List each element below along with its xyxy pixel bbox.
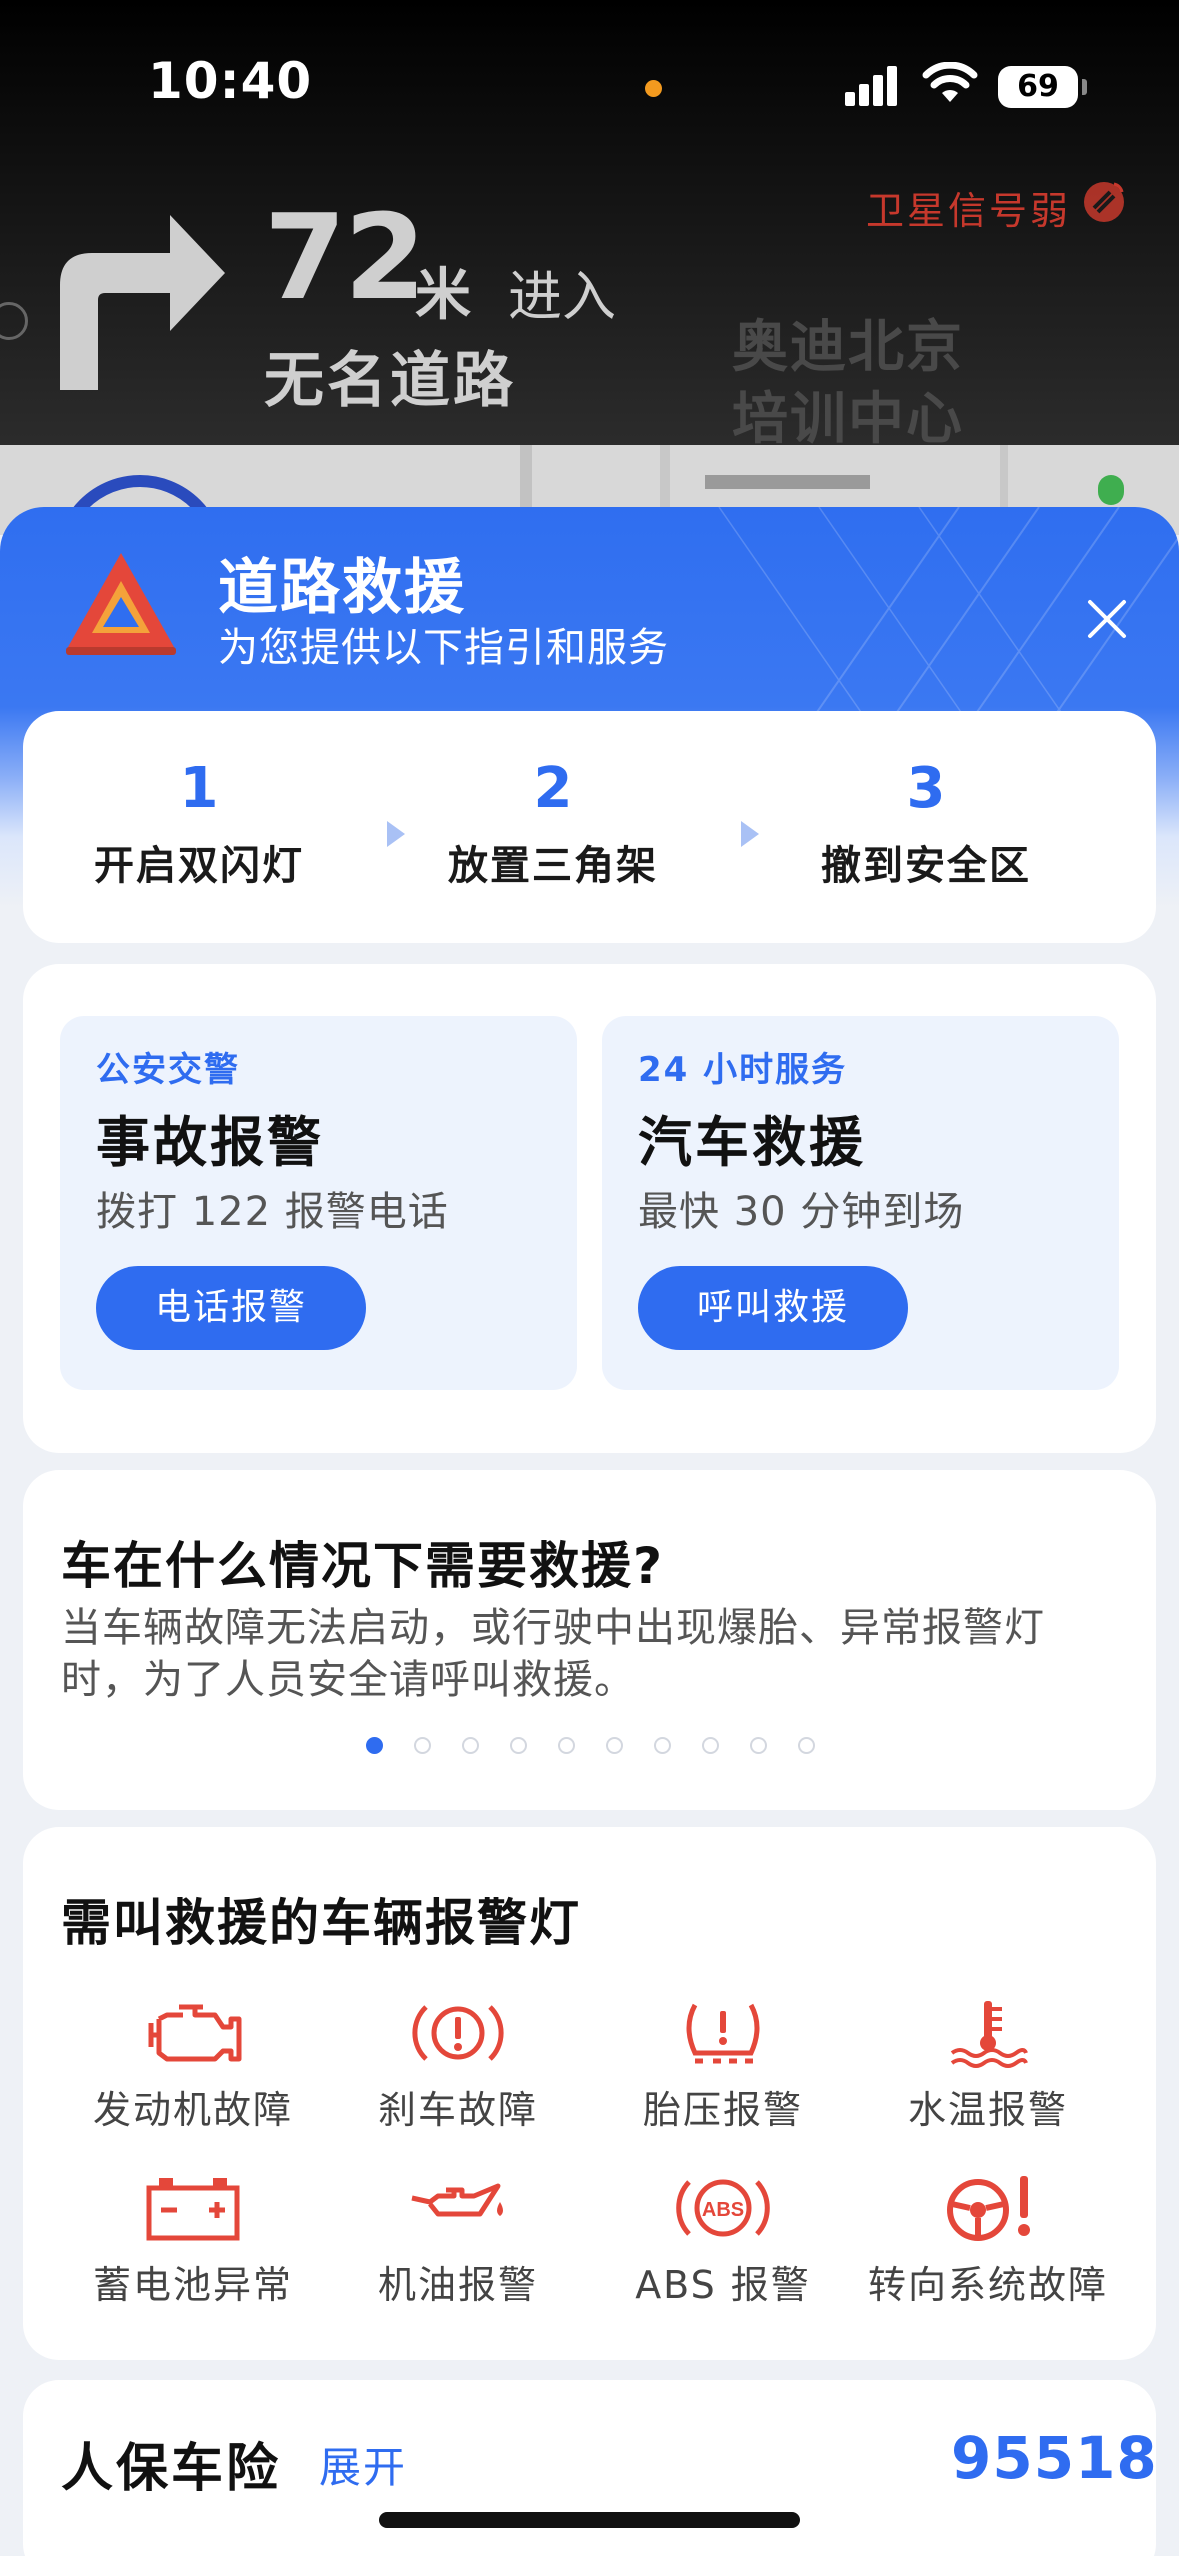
road-rescue-sheet: 道路救援 为您提供以下指引和服务 1 开启双闪灯 2 放置三角架 3 撤到安全区… [0, 507, 1179, 2556]
info-title: 车在什么情况下需要救援? [61, 1537, 665, 1595]
oil-pressure-icon [411, 2183, 503, 2217]
carousel-dot[interactable] [654, 1737, 671, 1754]
traffic-light-marker [1098, 475, 1124, 505]
warning-light-steering[interactable]: 转向系统故障 [848, 2172, 1128, 2309]
svg-text:ABS: ABS [702, 2199, 744, 2221]
step-label: 撤到安全区 [821, 843, 1031, 889]
warning-lights-title: 需叫救援的车辆报警灯 [61, 1894, 581, 1952]
map-building [705, 475, 870, 489]
engine-warning-icon [148, 2004, 242, 2062]
carousel-dot[interactable] [366, 1737, 383, 1754]
service-tag: 24 小时服务 [638, 1050, 848, 1090]
accident-report-service: 公安交警 事故报警 拨打 122 报警电话 电话报警 [60, 1016, 577, 1390]
brake-warning-icon [412, 2005, 504, 2061]
warning-light-brake[interactable]: 刹车故障 [318, 1997, 598, 2134]
chevron-right-icon [741, 821, 759, 847]
navigation-guidance-panel: 10:40 69 卫星信号弱 72 米 进入 无名道路 奥迪北京培训中心 [0, 0, 1179, 452]
safety-steps-card: 1 开启双闪灯 2 放置三角架 3 撤到安全区 [23, 711, 1156, 943]
sheet-subtitle: 为您提供以下指引和服务 [218, 625, 669, 671]
sheet-title: 道路救援 [218, 553, 466, 623]
service-description: 拨打 122 报警电话 [96, 1189, 449, 1235]
screen: 10:40 69 卫星信号弱 72 米 进入 无名道路 奥迪北京培训中心 道路救… [0, 0, 1179, 2556]
call-police-button[interactable]: 电话报警 [96, 1266, 366, 1350]
step-number: 2 [533, 756, 573, 821]
carousel-dot[interactable] [798, 1737, 815, 1754]
maneuver-action: 进入 [508, 265, 616, 328]
step-triangle: 2 放置三角架 [423, 757, 683, 891]
carousel-dot[interactable] [510, 1737, 527, 1754]
step-safe-area: 3 撤到安全区 [796, 757, 1056, 891]
warning-light-label: 发动机故障 [92, 2088, 293, 2132]
warning-light-label: ABS 报警 [635, 2263, 811, 2307]
distance-unit: 米 [415, 263, 471, 328]
step-hazard-lights: 1 开启双闪灯 [69, 757, 329, 891]
coolant-temperature-icon [950, 2001, 1028, 2068]
abs-warning-icon: ABS [676, 2179, 770, 2237]
insurance-card: 人保车险 展开 95518 [23, 2380, 1158, 2556]
road-name: 无名道路 [264, 346, 516, 416]
service-description: 最快 30 分钟到场 [638, 1189, 965, 1235]
warning-light-coolant[interactable]: 水温报警 [848, 1997, 1128, 2134]
battery-warning-icon [146, 2178, 240, 2241]
rescue-info-carousel[interactable]: 车在什么情况下需要救援? 当车辆故障无法启动，或行驶中出现爆胎、异常报警灯时，为… [23, 1470, 1156, 1810]
status-time: 10:40 [148, 52, 313, 110]
compass-icon [0, 302, 28, 340]
home-indicator[interactable] [379, 2512, 800, 2528]
warning-light-battery[interactable]: 蓄电池异常 [53, 2172, 333, 2309]
warning-light-label: 胎压报警 [642, 2088, 803, 2132]
info-text: 当车辆故障无法启动，或行驶中出现爆胎、异常报警灯时，为了人员安全请呼叫救援。 [61, 1605, 1045, 1703]
carousel-dot[interactable] [558, 1737, 575, 1754]
map-poi-label: 奥迪北京培训中心 [732, 315, 964, 452]
warning-light-tire-pressure[interactable]: 胎压报警 [583, 1997, 863, 2134]
warning-light-oil[interactable]: 机油报警 [318, 2172, 598, 2309]
warning-light-abs[interactable]: ABS ABS 报警 [583, 2172, 863, 2309]
wifi-icon [922, 62, 978, 102]
service-title: 事故报警 [96, 1111, 324, 1174]
gps-status-text: 卫星信号弱 [866, 189, 1072, 233]
warning-light-label: 蓄电池异常 [92, 2263, 293, 2307]
carousel-dot[interactable] [606, 1737, 623, 1754]
warning-light-label: 水温报警 [907, 2088, 1068, 2132]
carousel-dot[interactable] [750, 1737, 767, 1754]
warning-lights-card: 需叫救援的车辆报警灯 发动机故障 刹车故障 胎压报警 水温报警 蓄电池异常 机油… [23, 1827, 1156, 2360]
carousel-dot[interactable] [414, 1737, 431, 1754]
rescue-services-card: 公安交警 事故报警 拨打 122 报警电话 电话报警 24 小时服务 汽车救援 … [23, 964, 1156, 1453]
satellite-icon [1084, 182, 1124, 222]
step-label: 放置三角架 [448, 843, 658, 889]
warning-light-label: 机油报警 [377, 2263, 538, 2307]
battery-cap [1082, 79, 1087, 95]
distance-value: 72 [264, 188, 426, 326]
tire-pressure-icon [686, 2003, 760, 2064]
carousel-dot[interactable] [462, 1737, 479, 1754]
right-turn-arrow-icon [60, 215, 225, 390]
cellular-signal-icon [845, 66, 897, 106]
insurance-phone[interactable]: 95518 [951, 2424, 1158, 2492]
call-rescue-button[interactable]: 呼叫救援 [638, 1266, 908, 1350]
warning-light-engine[interactable]: 发动机故障 [53, 1997, 333, 2134]
battery-level: 69 [998, 66, 1078, 108]
step-label: 开启双闪灯 [94, 843, 304, 889]
carousel-dot[interactable] [702, 1737, 719, 1754]
privacy-indicator-dot [645, 80, 662, 97]
service-title: 汽车救援 [638, 1111, 866, 1174]
insurance-title: 人保车险 [61, 2439, 282, 2499]
service-tag: 公安交警 [96, 1050, 240, 1090]
expand-link[interactable]: 展开 [319, 2434, 407, 2495]
step-number: 1 [179, 756, 219, 821]
chevron-right-icon [387, 821, 405, 847]
step-number: 3 [906, 756, 946, 821]
close-icon[interactable] [1080, 592, 1134, 646]
car-rescue-service: 24 小时服务 汽车救援 最快 30 分钟到场 呼叫救援 [602, 1016, 1119, 1390]
warning-light-label: 刹车故障 [377, 2088, 538, 2132]
warning-light-label: 转向系统故障 [867, 2263, 1108, 2307]
warning-triangle-icon [66, 553, 176, 655]
steering-warning-icon [947, 2176, 1030, 2241]
